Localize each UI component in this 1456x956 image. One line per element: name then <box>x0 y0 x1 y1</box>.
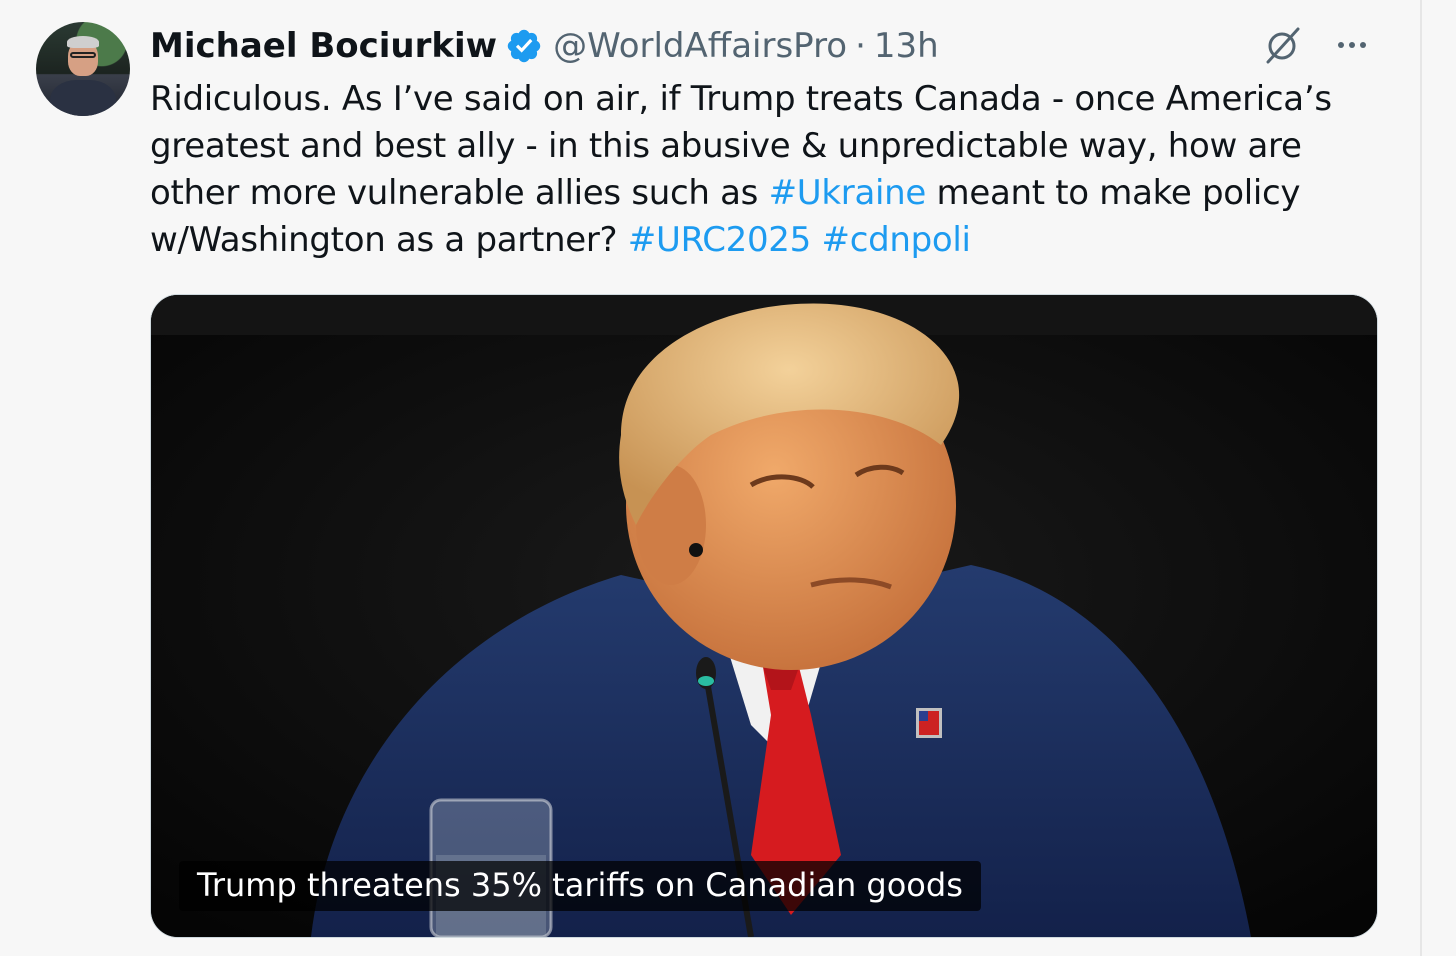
tweet-header: Michael Bociurkiw @WorldAffairsPro · 13h <box>150 24 939 68</box>
more-options-icon[interactable] <box>1334 27 1370 67</box>
avatar-hair <box>67 36 99 48</box>
avatar-body <box>50 80 116 116</box>
verified-badge-icon[interactable] <box>505 27 543 65</box>
tweet-card[interactable]: Michael Bociurkiw @WorldAffairsPro · 13h <box>0 0 1422 956</box>
hashtag-ukraine[interactable]: #Ukraine <box>769 173 927 213</box>
author-handle[interactable]: @WorldAffairsPro <box>553 26 847 66</box>
avatar-glasses <box>70 52 96 58</box>
tweet-actions-top <box>1262 24 1370 70</box>
media-caption: Trump threatens 35% tariffs on Canadian … <box>179 861 981 911</box>
avatar[interactable] <box>36 22 130 116</box>
author-name[interactable]: Michael Bociurkiw <box>150 26 497 66</box>
tweet-text: Ridiculous. As I’ve said on air, if Trum… <box>150 76 1370 264</box>
media-thumbnail <box>151 295 1377 937</box>
grok-icon[interactable] <box>1262 24 1304 70</box>
tweet-media-video[interactable]: Trump threatens 35% tariffs on Canadian … <box>150 294 1378 938</box>
hashtag-urc2025[interactable]: #URC2025 <box>628 220 811 260</box>
hashtag-cdnpoli[interactable]: #cdnpoli <box>822 220 972 260</box>
separator-dot: · <box>855 26 866 66</box>
timestamp[interactable]: 13h <box>874 26 939 66</box>
